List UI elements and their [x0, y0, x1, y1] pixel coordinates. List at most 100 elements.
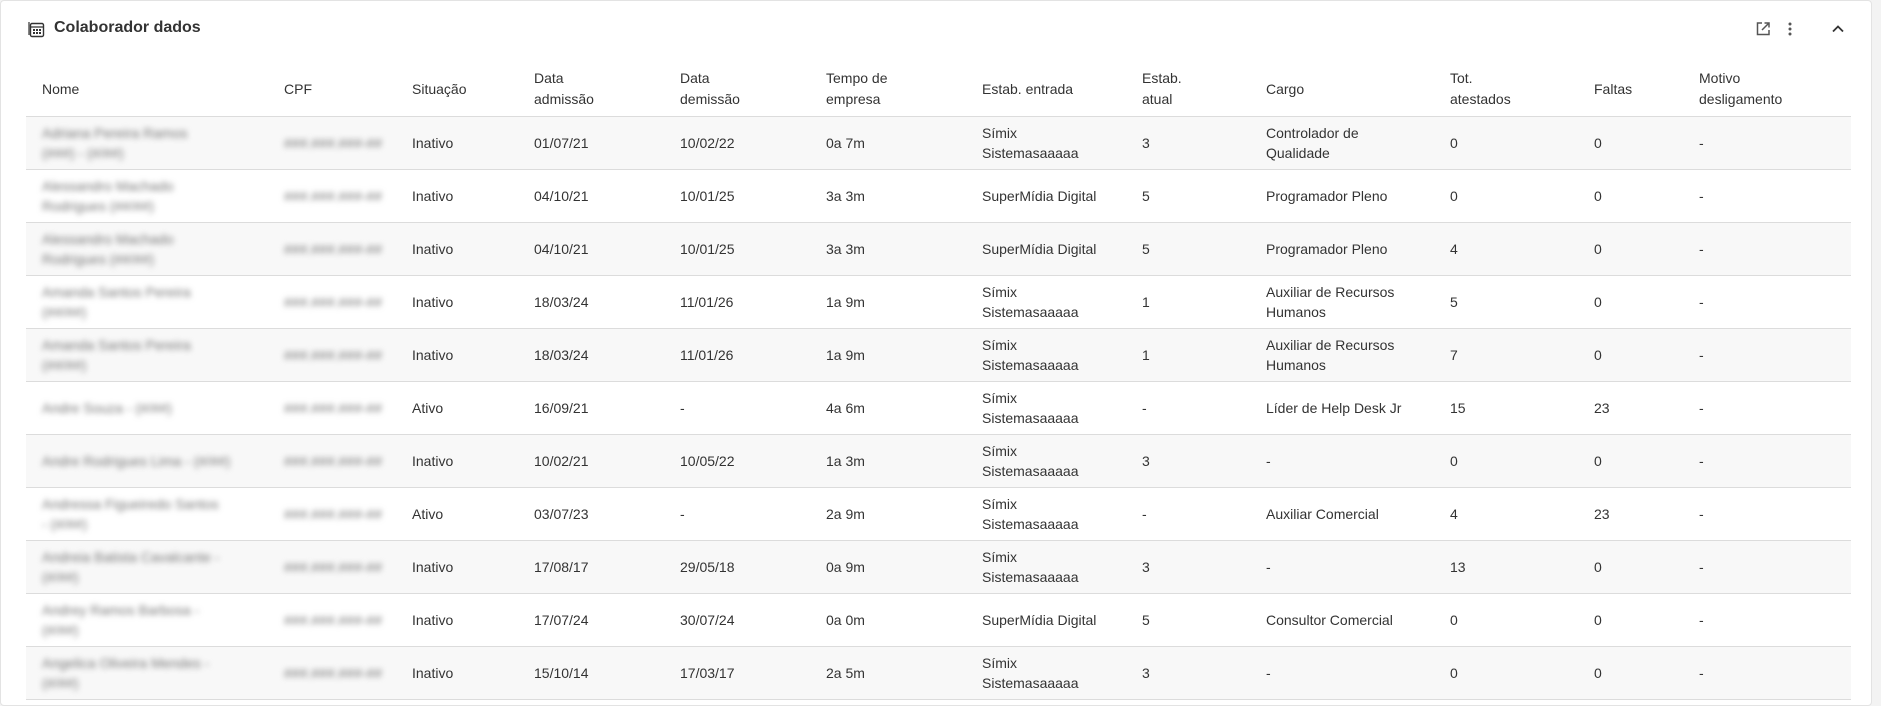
- cell-nome-text: (##/##): [42, 356, 87, 373]
- cell-situacao: Inativo: [396, 275, 518, 328]
- cell-motivo-desligamento-text: -: [1699, 505, 1704, 522]
- cell-estab-entrada-text: Sistemasaaaaa: [982, 568, 1079, 585]
- cell-nome: Alessandro Machado Rodrigues (##/##): [26, 222, 268, 275]
- cell-estab-atual: 3: [1126, 540, 1250, 593]
- cell-faltas-text: 0: [1594, 293, 1602, 310]
- cell-cargo-text: -: [1266, 452, 1271, 469]
- table-row[interactable]: Andreia Batista Cavalcante - (#/##) ###.##…: [26, 540, 1851, 593]
- cell-cpf-text: ###.###.###-##: [284, 611, 383, 628]
- cell-data-admissao-text: 18/03/24: [534, 346, 589, 363]
- cell-data-demissao: 30/07/24: [664, 593, 810, 646]
- cell-tot-atestados-text: 0: [1450, 187, 1458, 204]
- cell-cpf: ###.###.###-##: [268, 275, 396, 328]
- column-header-nome[interactable]: Nome: [26, 63, 268, 117]
- cell-situacao-text: Ativo: [412, 399, 444, 416]
- cell-nome: Adriana Pereira Ramos (###) - (#/##): [26, 116, 268, 169]
- column-header-estab-entrada[interactable]: Estab. entrada: [966, 63, 1126, 117]
- table-row[interactable]: Alessandro Machado Rodrigues (##/##) ###.#…: [26, 222, 1851, 275]
- cell-faltas-text: 23: [1594, 505, 1610, 522]
- cell-tot-atestados: 13: [1434, 540, 1578, 593]
- cell-nome-text: (#/##): [42, 621, 79, 638]
- column-header-motivo-desligamento[interactable]: Motivo desligamento: [1683, 63, 1851, 117]
- cell-nome-text: (###) - (#/##): [42, 144, 124, 161]
- column-header-label: Faltas: [1594, 80, 1633, 97]
- cell-tot-atestados: 4: [1434, 222, 1578, 275]
- cell-situacao: Ativo: [396, 487, 518, 540]
- open-external-icon[interactable]: [1754, 20, 1774, 40]
- cell-estab-entrada-text: SuperMídia Digital: [982, 611, 1097, 628]
- table-row[interactable]: Andre Rodrigues Lima - (#/##) ###.###.###…: [26, 434, 1851, 487]
- cell-data-demissao-text: -: [680, 399, 685, 416]
- cell-faltas: 0: [1578, 540, 1683, 593]
- table-row[interactable]: Angelica Oliveira Mendes - (#/##) ###.###.…: [26, 646, 1851, 699]
- column-header-estab-atual[interactable]: Estab. atual: [1126, 63, 1250, 117]
- cell-estab-atual: 3: [1126, 116, 1250, 169]
- column-header-tempo-de-empresa[interactable]: Tempo de empresa: [810, 63, 966, 117]
- cell-estab-atual: -: [1126, 381, 1250, 434]
- cell-motivo-desligamento-text: -: [1699, 664, 1704, 681]
- cell-data-admissao-text: 15/10/14: [534, 664, 589, 681]
- column-header-data-admiss-o[interactable]: Data admissão: [518, 63, 664, 117]
- cell-nome-text: Rodrigues (##/##): [42, 197, 155, 214]
- cell-cargo-text: -: [1266, 664, 1271, 681]
- more-vertical-icon[interactable]: [1781, 20, 1801, 40]
- cell-estab-entrada-text: Símix: [982, 389, 1017, 406]
- cell-estab-entrada-text: Símix: [982, 548, 1017, 565]
- cell-tempo-empresa-text: 0a 7m: [826, 134, 865, 151]
- cell-tot-atestados: 5: [1434, 275, 1578, 328]
- cell-cargo-text: -: [1266, 558, 1271, 575]
- cell-motivo-desligamento: -: [1683, 275, 1851, 328]
- table-row[interactable]: Amanda Santos Pereira (##/##) ###.###.###-…: [26, 328, 1851, 381]
- cell-cargo-text: Programador Pleno: [1266, 240, 1388, 257]
- cell-tot-atestados: 15: [1434, 381, 1578, 434]
- cell-estab-entrada: SuperMídia Digital: [966, 593, 1126, 646]
- column-header-label: desligamento: [1699, 91, 1783, 108]
- cell-data-admissao-text: 01/07/21: [534, 134, 589, 151]
- cell-cpf-text: ###.###.###-##: [284, 505, 383, 522]
- column-header-tot-atestados[interactable]: Tot. atestados: [1434, 63, 1578, 117]
- cell-motivo-desligamento: -: [1683, 169, 1851, 222]
- cell-situacao-text: Inativo: [412, 664, 454, 681]
- cell-nome: Andressa Figueiredo Santos - (#/##): [26, 487, 268, 540]
- cell-faltas: 23: [1578, 487, 1683, 540]
- cell-estab-atual-text: -: [1142, 505, 1147, 522]
- cell-estab-entrada-text: Sistemasaaaaa: [982, 462, 1079, 479]
- cell-cargo: Programador Pleno: [1250, 222, 1434, 275]
- cell-estab-atual: 1: [1126, 275, 1250, 328]
- table-row[interactable]: Andrey Ramos Barbosa - (#/##) ###.###.###-…: [26, 593, 1851, 646]
- cell-nome: Alessandro Machado Rodrigues (##/##): [26, 169, 268, 222]
- cell-nome: Angelica Oliveira Mendes - (#/##): [26, 646, 268, 699]
- column-header-situa-o[interactable]: Situação: [396, 63, 518, 117]
- table-row[interactable]: Amanda Santos Pereira (##/##) ###.###.###-…: [26, 275, 1851, 328]
- column-header-label: Situação: [412, 80, 467, 97]
- cell-estab-atual-text: 3: [1142, 558, 1150, 575]
- chevron-up-icon[interactable]: [1829, 20, 1849, 40]
- cell-cargo-text: Auxiliar Comercial: [1266, 505, 1379, 522]
- cell-situacao-text: Inativo: [412, 346, 454, 363]
- cell-tempo-empresa-text: 4a 6m: [826, 399, 865, 416]
- table-row[interactable]: Andressa Figueiredo Santos - (#/##) ###.##…: [26, 487, 1851, 540]
- cell-motivo-desligamento-text: -: [1699, 399, 1704, 416]
- table-row[interactable]: Andre Souza - (#/##) ###.###.###-## Ativo 1…: [26, 381, 1851, 434]
- cell-data-admissao: 18/03/24: [518, 328, 664, 381]
- cell-tempo-empresa: 0a 7m: [810, 116, 966, 169]
- cell-situacao: Inativo: [396, 434, 518, 487]
- column-header-faltas[interactable]: Faltas: [1578, 63, 1683, 117]
- cell-cpf: ###.###.###-##: [268, 540, 396, 593]
- cell-tot-atestados: 0: [1434, 593, 1578, 646]
- cell-estab-entrada: Símix Sistemasaaaaa: [966, 116, 1126, 169]
- column-header-data-demiss-o[interactable]: Data demissão: [664, 63, 810, 117]
- cell-cpf: ###.###.###-##: [268, 381, 396, 434]
- column-header-cargo[interactable]: Cargo: [1250, 63, 1434, 117]
- cell-data-demissao: 11/01/26: [664, 328, 810, 381]
- column-header-cpf[interactable]: CPF: [268, 63, 396, 117]
- cell-estab-entrada-text: Símix: [982, 654, 1017, 671]
- cell-tempo-empresa: 4a 6m: [810, 381, 966, 434]
- column-header-label: Cargo: [1266, 80, 1305, 97]
- table-row[interactable]: Adriana Pereira Ramos (###) - (#/##) ###.#…: [26, 116, 1851, 169]
- cell-cargo: Auxiliar Comercial: [1250, 487, 1434, 540]
- cell-situacao: Inativo: [396, 646, 518, 699]
- cell-cpf: ###.###.###-##: [268, 222, 396, 275]
- cell-estab-entrada-text: SuperMídia Digital: [982, 240, 1097, 257]
- table-row[interactable]: Alessandro Machado Rodrigues (##/##) ###.#…: [26, 169, 1851, 222]
